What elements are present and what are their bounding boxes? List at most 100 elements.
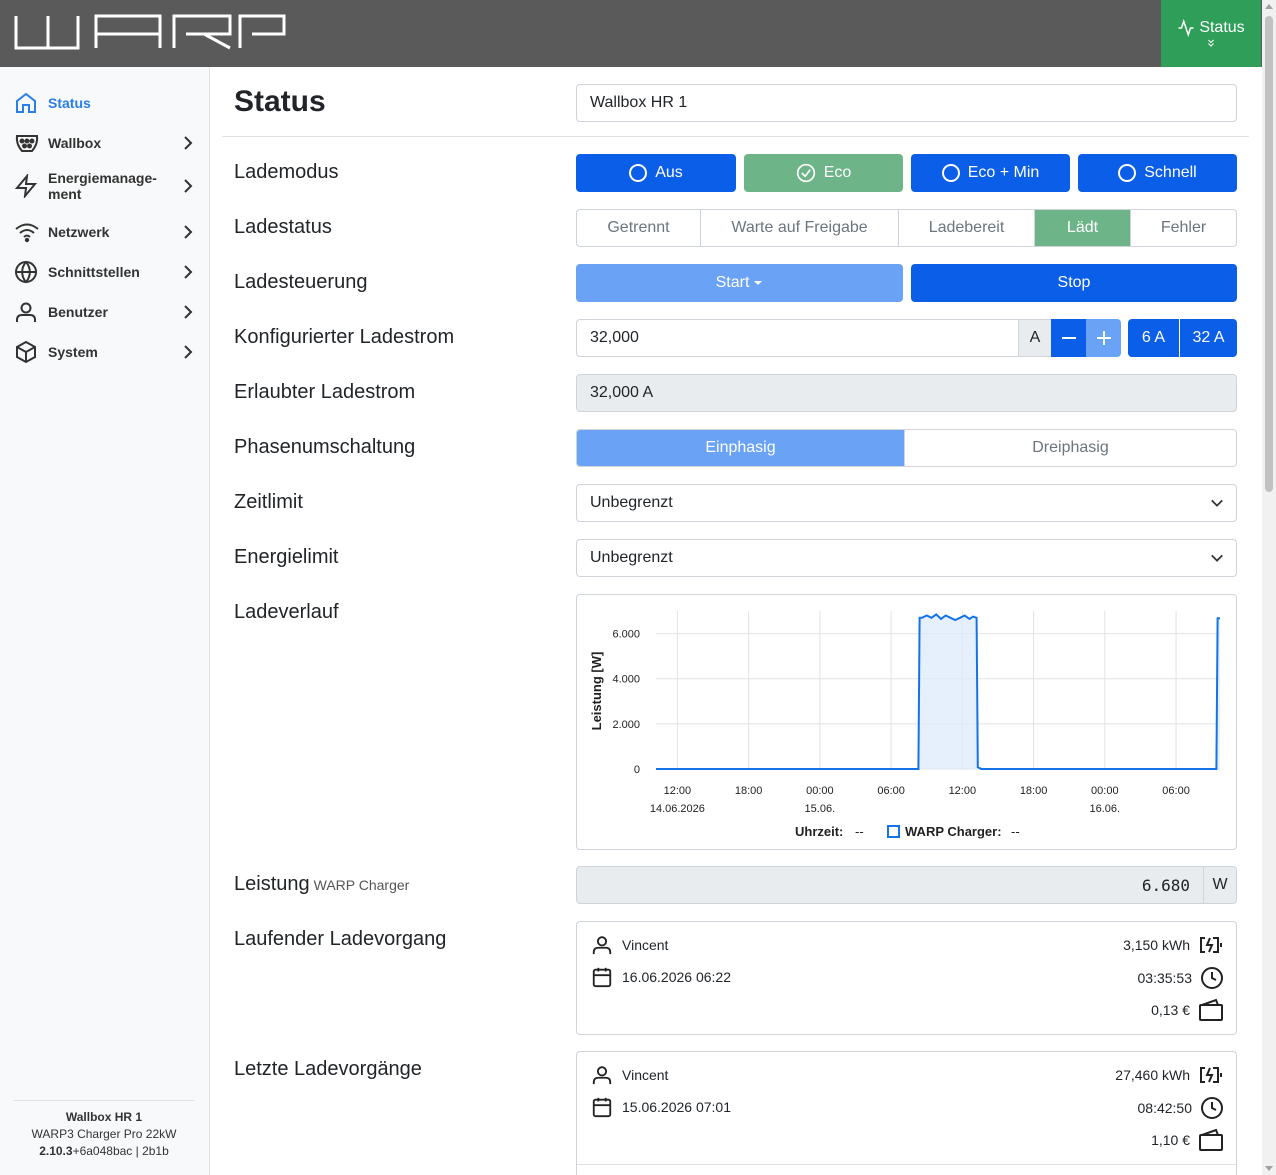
mode-eco-button[interactable]: Eco xyxy=(744,154,903,192)
minus-icon xyxy=(1061,337,1076,339)
leistung-sublabel: WARP Charger xyxy=(313,877,410,893)
sidebar-item-system[interactable]: System xyxy=(14,340,196,364)
x-tick-label: 18:00 xyxy=(1020,785,1048,797)
mode-aus-button[interactable]: Aus xyxy=(576,154,736,192)
chevron-right-icon xyxy=(184,136,193,150)
last-session-card: Vincent 15.06.2026 07:01 27,460 kWh 08:4… xyxy=(576,1051,1237,1175)
user-icon xyxy=(16,302,36,322)
x-tick-label: 00:00 xyxy=(806,785,834,797)
warp-logo xyxy=(14,14,286,50)
sidebar-item-status[interactable]: Status xyxy=(14,91,196,115)
state-getrennt: Getrennt xyxy=(577,210,701,246)
status-nav-button[interactable]: Status xyxy=(1161,0,1261,67)
chevrons-down-icon xyxy=(1208,39,1214,47)
phase-dreiphasig-button[interactable]: Dreiphasig xyxy=(905,430,1236,466)
state-fehler: Fehler xyxy=(1160,219,1207,236)
sidebar-item-benutzer[interactable]: Benutzer xyxy=(14,300,196,324)
charge-history-chart[interactable]: 0 2.000 4.000 6.000 12:00 14.06.2026 18:00 00:… xyxy=(576,594,1237,850)
sidebar-item-label: Schnittstellen xyxy=(48,264,140,280)
stop-button[interactable]: Stop xyxy=(911,264,1237,302)
clock-icon xyxy=(1201,967,1223,989)
battery-charging-icon xyxy=(1200,1067,1222,1083)
label-leistung: Leistung WARP Charger xyxy=(234,873,409,896)
sidebar-item-label-cont: ment xyxy=(48,186,82,202)
increase-current-button[interactable] xyxy=(1086,319,1121,357)
y-tick-label: 2.000 xyxy=(612,719,640,731)
label-ladesteuerung: Ladesteuerung xyxy=(234,271,368,293)
phase-switch[interactable]: Einphasig Dreiphasig xyxy=(576,429,1237,467)
radio-circle-icon xyxy=(629,164,648,182)
session-cost: 0,13 € xyxy=(1151,998,1224,1022)
check-circle-icon xyxy=(796,163,815,183)
home-icon xyxy=(16,92,36,113)
device-name-input[interactable]: Wallbox HR 1 xyxy=(576,84,1237,122)
chevron-right-icon xyxy=(184,345,193,359)
caret-down-icon xyxy=(754,281,763,285)
legend-series-swatch[interactable] xyxy=(887,825,900,838)
status-nav-label: Status xyxy=(1199,18,1245,36)
decrease-current-button[interactable] xyxy=(1051,319,1086,357)
start-dropdown-button[interactable]: Start xyxy=(576,264,903,302)
mode-label: Aus xyxy=(655,164,683,181)
footer-build: +6a048bac | 2b1b xyxy=(72,1144,169,1158)
time-limit-value: Unbegrenzt xyxy=(590,494,673,511)
charge-state-indicator: Getrennt Warte auf Freigabe Ladebereit L… xyxy=(576,209,1237,247)
sidebar-item-schnittstellen[interactable]: Schnittstellen xyxy=(14,260,196,284)
charger-plug-icon xyxy=(15,135,39,152)
mode-label: Eco + Min xyxy=(967,164,1040,181)
session-start: 16.06.2026 06:22 xyxy=(591,966,731,988)
sidebar-item-label: Energiemanage- xyxy=(48,170,157,186)
last-session-start-time: 15.06.2026 07:01 xyxy=(622,1099,731,1115)
sidebar-item-label: Status xyxy=(48,95,91,111)
mode-eco-min-button[interactable]: Eco + Min xyxy=(911,154,1070,192)
label-ladestatus: Ladestatus xyxy=(234,216,332,238)
scrollbar-thumb[interactable] xyxy=(1265,16,1273,492)
sidebar-item-wallbox[interactable]: Wallbox xyxy=(14,131,196,155)
x-tick-date-label: 15.06. xyxy=(805,803,836,815)
current-unit-label: A xyxy=(1018,319,1052,357)
plus-icon xyxy=(1096,331,1111,345)
mode-label: Eco xyxy=(823,164,852,181)
sidebar-item-energiemanagement[interactable]: Energiemanage-ment xyxy=(14,170,196,202)
energy-limit-value: Unbegrenzt xyxy=(590,549,673,566)
user-icon xyxy=(592,1066,612,1085)
preset-32a-button[interactable]: 32 A xyxy=(1180,319,1237,357)
leistung-text: Leistung xyxy=(234,873,310,895)
session-user-name: Vincent xyxy=(622,937,669,953)
sidebar-item-label: Benutzer xyxy=(48,304,108,320)
footer-device-name: Wallbox HR 1 xyxy=(65,1110,143,1124)
session-energy-value: 3,150 kWh xyxy=(1123,937,1190,953)
phase-einphasig-button[interactable]: Einphasig xyxy=(577,430,905,466)
session-duration: 03:35:53 xyxy=(1138,966,1225,990)
chevron-right-icon xyxy=(184,265,193,279)
energy-limit-select[interactable]: Unbegrenzt xyxy=(576,539,1237,577)
last-session-duration: 08:42:50 xyxy=(1138,1096,1225,1120)
mode-schnell-button[interactable]: Schnell xyxy=(1078,154,1237,192)
scroll-down-arrow[interactable] xyxy=(1265,1166,1273,1171)
preset-6a-button[interactable]: 6 A xyxy=(1128,319,1179,357)
x-tick-date-label: 14.06.2026 xyxy=(650,803,705,815)
chevron-right-icon xyxy=(184,179,193,193)
divider xyxy=(222,136,1249,137)
session-start-time: 16.06.2026 06:22 xyxy=(622,969,731,985)
chevron-down-icon xyxy=(1211,554,1223,562)
label-ladeverlauf: Ladeverlauf xyxy=(234,601,339,623)
session-user: Vincent xyxy=(591,934,668,956)
top-bar: Status xyxy=(0,0,1262,67)
configured-current-input[interactable]: 32,000 xyxy=(576,319,1019,357)
session-energy: 3,150 kWh xyxy=(1123,934,1224,956)
chart-svg[interactable]: 0 2.000 4.000 6.000 12:00 14.06.2026 18:00 00:… xyxy=(577,595,1236,849)
x-tick-label: 06:00 xyxy=(877,785,905,797)
wallet-icon xyxy=(1199,1128,1223,1151)
last-session-cost-value: 1,10 € xyxy=(1151,1132,1190,1148)
legend-series-value: -- xyxy=(1011,824,1020,839)
box-icon xyxy=(16,340,36,364)
scroll-up-arrow[interactable] xyxy=(1265,4,1273,9)
label-laufend: Laufender Ladevorgang xyxy=(234,928,447,950)
page-scrollbar[interactable] xyxy=(1262,0,1276,1175)
label-konfig-strom: Konfigurierter Ladestrom xyxy=(234,326,455,348)
battery-charging-icon xyxy=(1200,937,1222,953)
sidebar-item-netzwerk[interactable]: Netzwerk xyxy=(14,220,196,244)
time-limit-select[interactable]: Unbegrenzt xyxy=(576,484,1237,522)
legend-time-value: -- xyxy=(855,824,864,839)
